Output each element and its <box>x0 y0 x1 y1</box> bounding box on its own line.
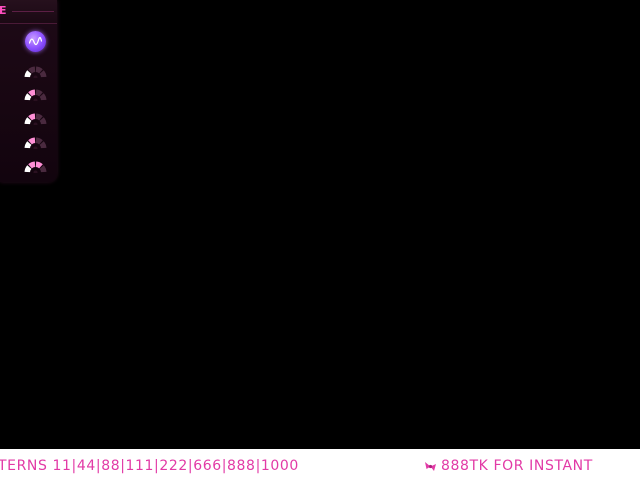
stream-canvas: E TERNS 11|44|88|111|222|666|888|1000 88… <box>0 0 640 480</box>
gauge-hub <box>33 75 38 80</box>
gauge-icon <box>24 66 47 80</box>
gauge-icon <box>24 137 47 151</box>
gauge-icon <box>24 113 47 127</box>
gauge-hub <box>33 122 38 127</box>
pink-bow-icon <box>425 462 436 471</box>
level-gauge-button-3[interactable] <box>24 110 47 127</box>
ticker-instant-text: 888TK FOR INSTANT <box>441 458 593 474</box>
level-gauge-button-4[interactable] <box>24 134 47 151</box>
level-gauge-button-5[interactable] <box>24 158 47 175</box>
panel-header-divider <box>12 11 54 12</box>
gauge-icon <box>24 161 47 175</box>
level-gauge-button-2[interactable] <box>24 86 47 103</box>
panel-header-label: E <box>0 4 8 17</box>
gauge-icon <box>24 89 47 103</box>
ticker-patterns-text: TERNS 11|44|88|111|222|666|888|1000 <box>0 458 299 474</box>
control-panel: E <box>0 0 57 182</box>
level-gauge-button-1[interactable] <box>24 63 47 80</box>
gauge-hub <box>33 98 38 103</box>
gauge-hub <box>33 170 38 175</box>
panel-header: E <box>0 0 57 24</box>
gauge-hub <box>33 146 38 151</box>
profile-avatar-button[interactable] <box>25 31 46 52</box>
wave-icon <box>29 37 42 46</box>
bottom-ticker: TERNS 11|44|88|111|222|666|888|1000 888T… <box>0 449 640 480</box>
